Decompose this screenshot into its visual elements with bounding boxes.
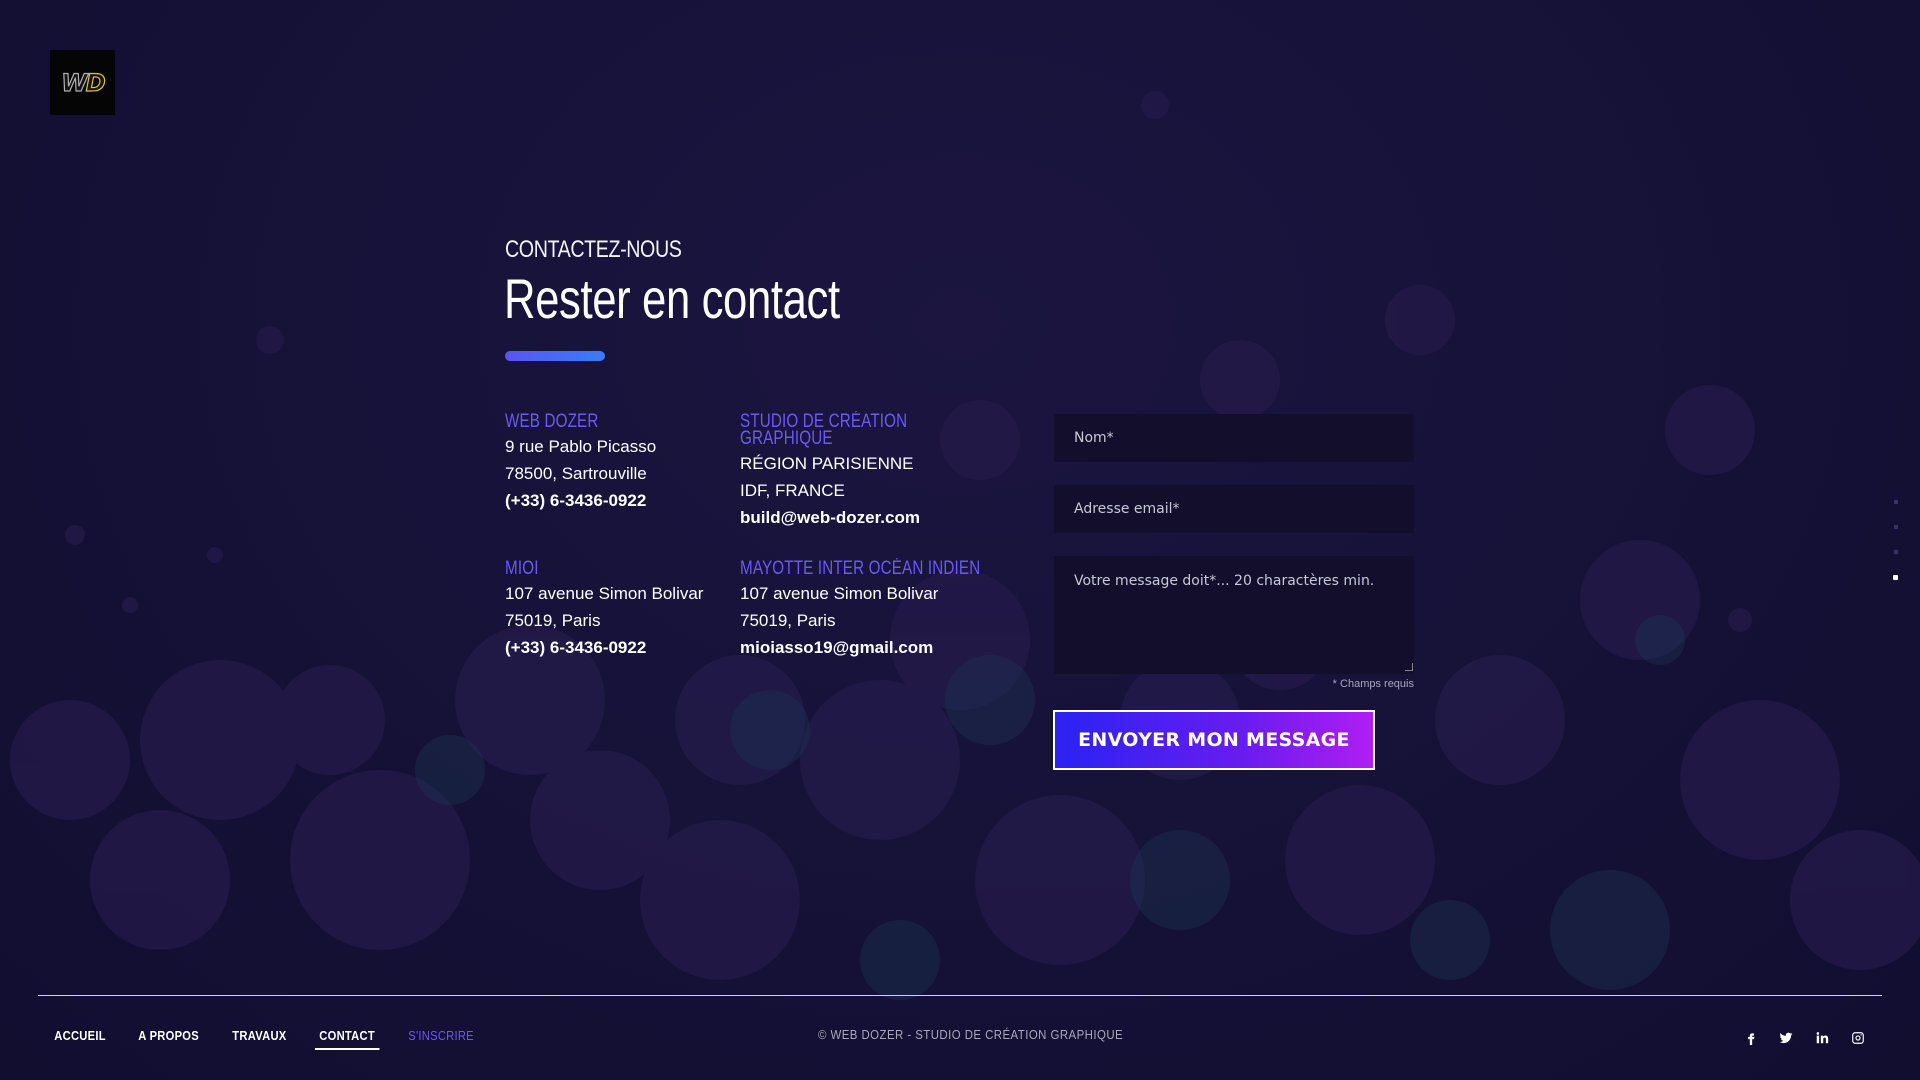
section-dot[interactable]: [1894, 550, 1898, 554]
contact-page: WD CONTACTEZ-NOUS Rester en contact WEB …: [0, 0, 1920, 1080]
contact-address-line: 107 avenue Simon Bolivar: [740, 584, 939, 603]
required-fields-note: * Champs requis: [1332, 678, 1414, 690]
contact-address-line: 107 avenue Simon Bolivar: [505, 584, 704, 603]
contact-address-line: 78500, Sartrouville: [505, 464, 647, 483]
contact-block-studio: STUDIO DE CRÉATION GRAPHIQUE RÉGION PARI…: [740, 412, 949, 531]
logo-wordmark: WD: [61, 68, 107, 97]
contact-block-mayotte: MAYOTTE INTER OCÉAN INDIEN 107 avenue Si…: [740, 558, 1040, 661]
site-logo[interactable]: WD: [50, 50, 115, 115]
section-dot[interactable]: [1894, 525, 1898, 529]
linkedin-icon[interactable]: [1813, 1029, 1831, 1047]
footer-nav: ACCUEIL A PROPOS TRAVAUX CONTACT S'INSCR…: [50, 1025, 504, 1050]
contact-heading: MAYOTTE INTER OCÉAN INDIEN: [740, 558, 981, 579]
instagram-icon[interactable]: [1849, 1029, 1867, 1047]
title-accent-bar: [505, 351, 605, 361]
footer-copyright: © WEB DOZER - STUDIO DE CRÉATION GRAPHIQ…: [818, 1027, 1124, 1042]
contact-address-line: 75019, Paris: [505, 611, 601, 630]
contact-heading: MIOI: [505, 558, 539, 579]
contact-email[interactable]: mioiasso19@gmail.com: [740, 634, 1040, 661]
background-bubbles: [10, 91, 1920, 1000]
footer-link-sinscrire[interactable]: S'INSCRIRE: [404, 1025, 478, 1050]
footer-link-accueil[interactable]: ACCUEIL: [50, 1025, 110, 1050]
message-field[interactable]: [1054, 556, 1414, 674]
contact-address-line: RÉGION PARISIENNE: [740, 454, 914, 473]
section-kicker: CONTACTEZ-NOUS: [505, 236, 682, 263]
contact-address-line: 9 rue Pablo Picasso: [505, 437, 657, 456]
contact-heading: WEB DOZER: [505, 411, 599, 432]
footer-link-contact[interactable]: CONTACT: [315, 1025, 380, 1050]
contact-email[interactable]: build@web-dozer.com: [740, 504, 949, 531]
contact-heading-line: GRAPHIQUE: [740, 428, 833, 449]
contact-block-web-dozer: WEB DOZER 9 rue Pablo Picasso 78500, Sar…: [505, 411, 657, 514]
twitter-icon[interactable]: [1777, 1029, 1795, 1047]
send-message-button[interactable]: ENVOYER MON MESSAGE: [1053, 710, 1375, 770]
footer-divider: [38, 995, 1882, 996]
contact-address-line: IDF, FRANCE: [740, 481, 845, 500]
name-field[interactable]: [1054, 414, 1414, 462]
footer-link-travaux[interactable]: TRAVAUX: [228, 1025, 291, 1050]
section-nav-dots: [1893, 497, 1901, 587]
textarea-resize-handle[interactable]: [1405, 663, 1413, 671]
section-dot-active[interactable]: [1893, 575, 1898, 580]
contact-phone[interactable]: (+33) 6-3436-0922: [505, 634, 703, 661]
contact-block-mioi: MIOI 107 avenue Simon Bolivar 75019, Par…: [505, 558, 704, 661]
page-title: Rester en contact: [504, 267, 840, 330]
contact-phone[interactable]: (+33) 6-3436-0922: [505, 487, 656, 514]
logo-letter-w: W: [61, 68, 89, 97]
section-dot[interactable]: [1894, 500, 1898, 504]
logo-letter-d: D: [85, 68, 106, 97]
footer-link-a-propos[interactable]: A PROPOS: [134, 1025, 203, 1050]
email-field[interactable]: [1054, 485, 1414, 533]
contact-address-line: 75019, Paris: [740, 611, 836, 630]
facebook-icon[interactable]: [1742, 1029, 1760, 1047]
